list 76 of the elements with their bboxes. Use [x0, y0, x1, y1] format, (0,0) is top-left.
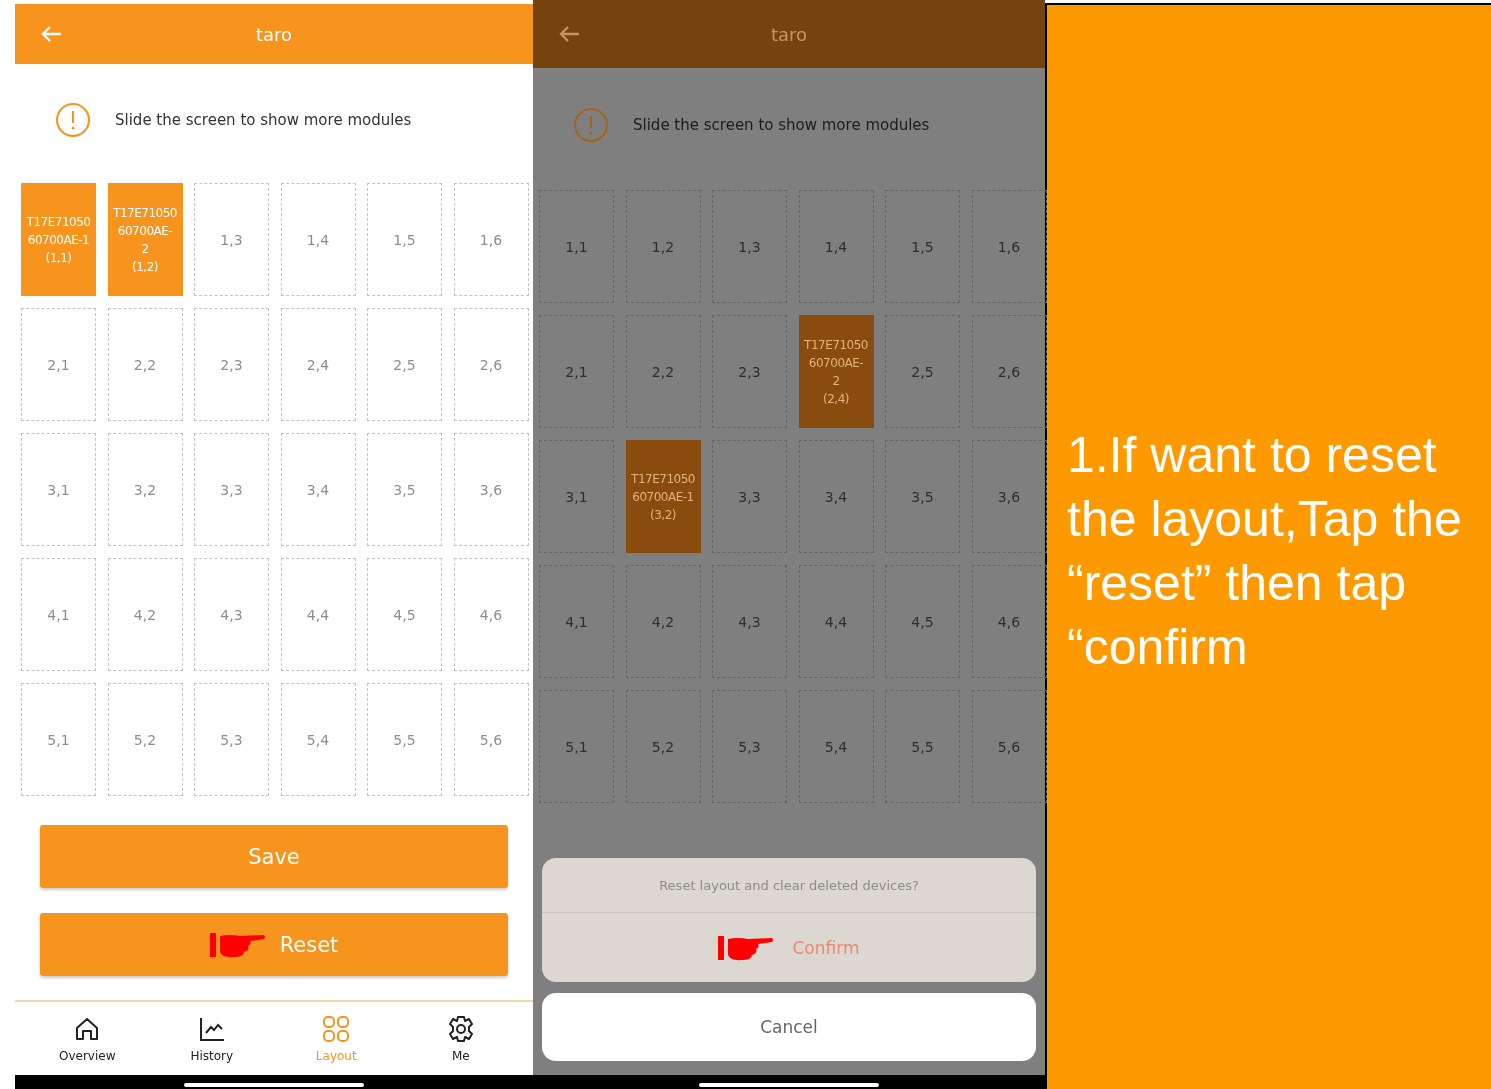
- empty-slot[interactable]: 3,4: [798, 440, 874, 553]
- empty-slot[interactable]: 1,5: [367, 183, 442, 296]
- empty-slot[interactable]: 4,1: [539, 565, 614, 678]
- dialog-message: Reset layout and clear deleted devices?: [542, 858, 1036, 913]
- nav-tab[interactable]: Me: [415, 1014, 506, 1063]
- empty-slot[interactable]: 1,4: [280, 183, 356, 296]
- empty-slot[interactable]: 4,2: [625, 565, 701, 678]
- pointing-hand-icon: [718, 934, 775, 961]
- empty-slot[interactable]: 1,5: [885, 190, 960, 303]
- module-tile[interactable]: T17E71050 60700AE- 2 (1,2): [107, 183, 183, 296]
- empty-slot[interactable]: 4,4: [798, 565, 874, 678]
- empty-slot[interactable]: 3,3: [712, 440, 787, 553]
- pointing-hand-icon: [209, 931, 266, 958]
- empty-slot[interactable]: 2,5: [367, 308, 442, 421]
- empty-slot[interactable]: 1,6: [453, 183, 529, 296]
- notice-text: Slide the screen to show more modules: [633, 116, 930, 134]
- action-button[interactable]: Reset: [40, 913, 508, 976]
- empty-slot[interactable]: 5,3: [712, 690, 787, 803]
- empty-slot[interactable]: 2,3: [712, 315, 787, 428]
- empty-slot[interactable]: 5,4: [280, 683, 356, 796]
- empty-slot[interactable]: 4,5: [885, 565, 960, 678]
- empty-slot[interactable]: 1,3: [712, 190, 787, 303]
- nav-tab[interactable]: Overview: [42, 1014, 133, 1063]
- back-arrow-icon[interactable]: [558, 25, 580, 43]
- empty-slot[interactable]: 3,5: [885, 440, 960, 553]
- empty-slot[interactable]: 5,2: [625, 690, 701, 803]
- screen-title: taro: [770, 23, 808, 45]
- empty-slot[interactable]: 3,2: [107, 433, 183, 546]
- empty-slot[interactable]: 1,2: [625, 190, 701, 303]
- empty-slot[interactable]: 5,1: [539, 690, 614, 803]
- confirm-button[interactable]: Confirm: [542, 913, 1036, 982]
- empty-slot[interactable]: 5,5: [367, 683, 442, 796]
- empty-slot[interactable]: 2,2: [107, 308, 183, 421]
- cancel-button[interactable]: Cancel: [542, 993, 1036, 1061]
- nav-tab[interactable]: Layout: [291, 1014, 382, 1063]
- instruction-text: 1.If want to reset the layout,Tap the “reset” then tap “confirm: [1067, 426, 1463, 677]
- module-tile[interactable]: T17E71050 60700AE-1 (1,1): [21, 183, 96, 296]
- action-button[interactable]: Save: [40, 825, 508, 888]
- empty-slot[interactable]: 2,5: [885, 315, 960, 428]
- empty-slot[interactable]: 2,4: [280, 308, 356, 421]
- exclamation-circle-icon: [55, 101, 91, 138]
- empty-slot[interactable]: 4,2: [107, 558, 183, 671]
- empty-slot[interactable]: 5,6: [453, 683, 529, 796]
- exclamation-circle-icon: [573, 107, 609, 143]
- empty-slot[interactable]: 3,1: [21, 433, 96, 546]
- module-tile[interactable]: T17E71050 60700AE-1 (3,2): [625, 440, 701, 553]
- empty-slot[interactable]: 5,1: [21, 683, 96, 796]
- empty-slot[interactable]: 4,4: [280, 558, 356, 671]
- empty-slot[interactable]: 3,5: [367, 433, 442, 546]
- empty-slot[interactable]: 1,1: [539, 190, 614, 303]
- empty-slot[interactable]: 2,2: [625, 315, 701, 428]
- empty-slot[interactable]: 4,3: [194, 558, 269, 671]
- grid-icon: [322, 1014, 351, 1043]
- nav-tab[interactable]: History: [166, 1014, 257, 1063]
- empty-slot[interactable]: 2,1: [539, 315, 614, 428]
- empty-slot[interactable]: 5,5: [885, 690, 960, 803]
- empty-slot[interactable]: 4,5: [367, 558, 442, 671]
- empty-slot[interactable]: 3,1: [539, 440, 614, 553]
- screen-title: taro: [255, 23, 293, 45]
- empty-slot[interactable]: 4,1: [21, 558, 96, 671]
- empty-slot[interactable]: 5,3: [194, 683, 269, 796]
- notice-text: Slide the screen to show more modules: [115, 110, 412, 129]
- empty-slot[interactable]: 4,3: [712, 565, 787, 678]
- module-tile[interactable]: T17E71050 60700AE- 2 (2,4): [798, 315, 874, 428]
- empty-slot[interactable]: 3,6: [453, 433, 529, 546]
- empty-slot[interactable]: 5,2: [107, 683, 183, 796]
- settings-icon: [446, 1014, 475, 1043]
- empty-slot[interactable]: 3,3: [194, 433, 269, 546]
- empty-slot[interactable]: 1,3: [194, 183, 269, 296]
- empty-slot[interactable]: 5,4: [798, 690, 874, 803]
- empty-slot[interactable]: 4,6: [453, 558, 529, 671]
- empty-slot[interactable]: 2,1: [21, 308, 96, 421]
- empty-slot[interactable]: 1,4: [798, 190, 874, 303]
- empty-slot[interactable]: 3,4: [280, 433, 356, 546]
- empty-slot[interactable]: 2,3: [194, 308, 269, 421]
- empty-slot[interactable]: 2,6: [453, 308, 529, 421]
